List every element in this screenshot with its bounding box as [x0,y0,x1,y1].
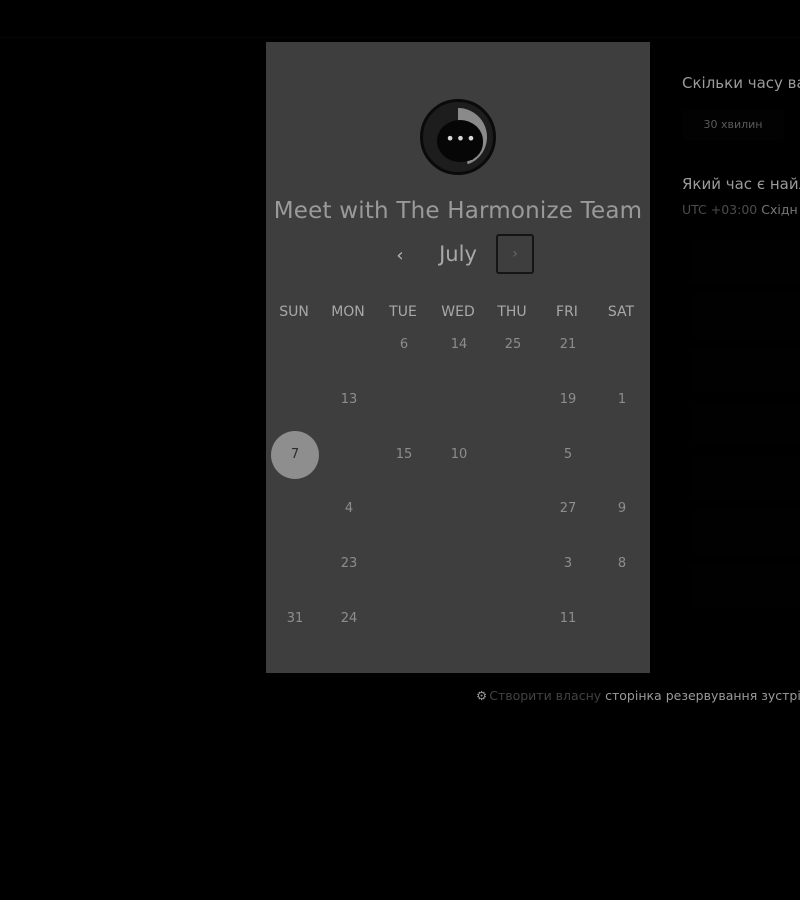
calendar-day[interactable]: 31 [271,595,319,643]
footer-create-text: Створити власну [489,688,602,703]
weekday-thu: THU [497,304,527,320]
page-title: Meet with The Harmonize Team [273,198,643,224]
calendar-day[interactable]: 25 [489,321,537,369]
calendar-day[interactable]: 15 [380,431,428,479]
duration-question: Скільки часу ва [682,74,800,92]
time-question: Який час є найл [682,175,800,193]
calendar-day[interactable]: 14 [435,321,483,369]
timezone-offset: UTC +03:00 [682,202,758,217]
booking-page: ••• Meet with The Harmonize Team ‹ July … [0,0,800,900]
time-slot-list [690,240,800,630]
calendar-day[interactable]: 5 [544,431,592,479]
header-divider [0,37,800,38]
calendar-day[interactable]: 1 [598,376,646,424]
calendar-panel: ••• Meet with The Harmonize Team ‹ July … [266,42,650,673]
weekday-sat: SAT [607,304,635,320]
company-logo: ••• [420,99,496,175]
calendar-day-selected[interactable]: 7 [271,431,319,479]
calendar-day[interactable]: 27 [544,485,592,533]
duration-option-30[interactable]: 30 хвилин [682,110,784,140]
calendar-day[interactable]: 10 [435,431,483,479]
month-label: July [439,242,477,266]
calendar-day[interactable]: 8 [598,540,646,588]
calendar-day[interactable]: 19 [544,376,592,424]
time-slot[interactable] [690,348,800,392]
time-slot[interactable] [690,456,800,500]
calendar-day[interactable]: 23 [325,540,373,588]
time-slot[interactable] [690,240,800,284]
weekday-sun: SUN [279,304,309,320]
month-navigation: ‹ July › [266,234,650,278]
time-slot[interactable] [690,564,800,608]
calendar-day[interactable]: 13 [325,376,373,424]
chat-bubble-tail [463,150,473,160]
calendar-day[interactable]: 9 [598,485,646,533]
calendar-day[interactable]: 24 [325,595,373,643]
calendar-day[interactable]: 3 [544,540,592,588]
calendar-day[interactable]: 21 [544,321,592,369]
weekday-fri: FRI [556,304,578,320]
footer-link[interactable]: ⚙ Створити власну сторінка резервування з… [476,688,800,703]
calendar-day[interactable]: 6 [380,321,428,369]
weekday-wed: WED [441,304,475,320]
footer-page-text: сторінка резервування зустрі [605,688,800,703]
weekday-mon: MON [331,304,365,320]
calendar-day[interactable]: 11 [544,595,592,643]
logo-dots: ••• [445,129,477,148]
previous-month-button[interactable]: ‹ [390,246,410,266]
calendar-day[interactable]: 4 [325,485,373,533]
time-slot[interactable] [690,402,800,446]
hubspot-sprocket-icon: ⚙ [476,688,488,703]
next-month-button[interactable]: › [496,234,534,274]
timezone-name: Східн [761,202,798,217]
time-slot[interactable] [690,510,800,554]
weekday-tue: TUE [389,304,417,320]
timezone-selector[interactable]: UTC +03:00 Східн [682,202,798,217]
time-slot[interactable] [690,294,800,338]
